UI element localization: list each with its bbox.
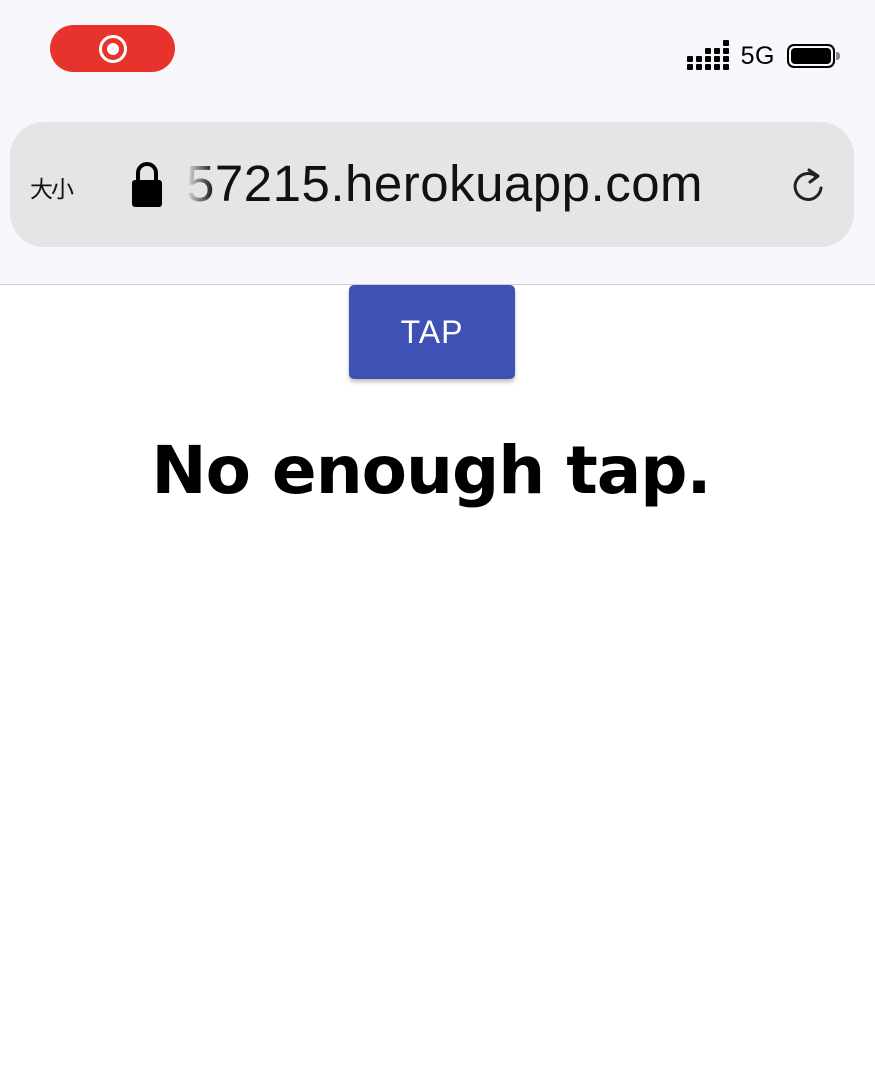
tap-result-message: No enough tap. [151, 432, 711, 509]
address-bar[interactable]: 大小 57215.herokuapp.com [10, 122, 854, 247]
browser-chrome: 5G 大小 57215.herokuapp.com [0, 0, 875, 285]
text-size-button[interactable]: 大小 [30, 170, 74, 204]
tap-button[interactable]: TAP [349, 285, 515, 379]
screen-recording-indicator[interactable] [50, 25, 175, 72]
battery-icon [787, 44, 840, 68]
reload-icon[interactable] [790, 166, 826, 206]
record-icon [98, 34, 127, 63]
network-type: 5G [740, 41, 775, 70]
lock-icon [132, 162, 162, 207]
url-fade [186, 152, 214, 216]
url-text[interactable]: 57215.herokuapp.com [186, 152, 756, 216]
signal-icon [686, 39, 729, 70]
status-indicators: 5G [686, 38, 840, 74]
